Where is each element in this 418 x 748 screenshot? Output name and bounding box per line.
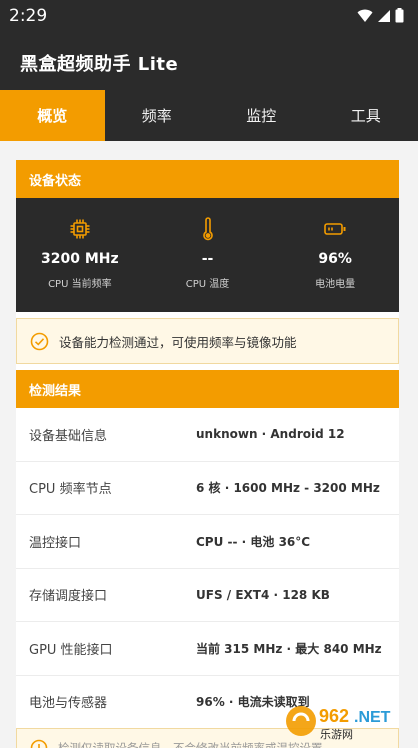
info-circle-icon: [30, 739, 48, 748]
device-stats-panel: 3200 MHz CPU 当前频率 -- CPU 温度 96% 电池电量: [16, 198, 399, 312]
tab-monitor[interactable]: 监控: [209, 90, 314, 141]
result-value: 当前 315 MHz · 最大 840 MHz: [196, 641, 382, 656]
app-title: 黑盒超频助手 Lite: [20, 54, 179, 75]
stat-cpu-frequency: 3200 MHz CPU 当前频率: [16, 198, 144, 312]
check-circle-icon: [30, 332, 49, 351]
result-row: GPU 性能接口 当前 315 MHz · 最大 840 MHz: [16, 622, 399, 676]
stat-value: 96%: [318, 251, 352, 267]
stat-battery-level: 96% 电池电量: [271, 198, 399, 312]
result-key: 温控接口: [29, 535, 82, 551]
stat-value: 3200 MHz: [41, 251, 119, 267]
site-watermark-logo: 962 .NET 乐游网: [286, 706, 391, 741]
result-value: CPU -- · 电池 36°C: [196, 534, 311, 549]
tab-frequency[interactable]: 频率: [105, 90, 210, 141]
stat-label: CPU 温度: [185, 279, 230, 290]
device-status-header: 设备状态: [16, 160, 399, 198]
signal-icon: [378, 9, 390, 22]
result-value: 6 核 · 1600 MHz - 3200 MHz: [196, 481, 380, 496]
battery-status-icon: [395, 8, 404, 23]
svg-text:.NET: .NET: [354, 709, 391, 726]
result-key: 电池与传感器: [29, 696, 108, 712]
svg-text:乐游网: 乐游网: [320, 728, 353, 741]
wifi-icon: [357, 9, 373, 22]
battery-icon: [323, 217, 347, 241]
results-list: 设备基础信息 unknown · Android 12 CPU 频率节点 6 核…: [16, 408, 399, 729]
stat-value: --: [201, 251, 214, 267]
result-key: 存储调度接口: [29, 589, 108, 605]
results-header: 检测结果: [16, 370, 399, 408]
stat-label: 电池电量: [315, 279, 356, 290]
capability-notice: 设备能力检测通过，可使用频率与镜像功能: [16, 318, 399, 364]
result-row: 温控接口 CPU -- · 电池 36°C: [16, 515, 399, 569]
overview-card: 设备状态 3200 MHz CPU 当前频率 -- CPU 温度 96% 电池电…: [16, 160, 399, 748]
tab-overview[interactable]: 概览: [0, 90, 105, 141]
thermometer-icon: [201, 217, 215, 241]
result-row: 设备基础信息 unknown · Android 12: [16, 408, 399, 462]
footer-notice-text: 检测仅读取设备信息，不会修改当前频率或温控设置: [58, 741, 323, 748]
status-bar: 2:29: [0, 0, 418, 32]
status-icons: [357, 8, 404, 23]
result-value: UFS / EXT4 · 128 KB: [196, 587, 330, 602]
notice-text: 设备能力检测通过，可使用频率与镜像功能: [59, 334, 297, 350]
result-row: 存储调度接口 UFS / EXT4 · 128 KB: [16, 569, 399, 622]
result-key: CPU 频率节点: [29, 482, 112, 498]
content-area[interactable]: 设备状态 3200 MHz CPU 当前频率 -- CPU 温度 96% 电池电…: [0, 141, 418, 748]
result-row: CPU 频率节点 6 核 · 1600 MHz - 3200 MHz: [16, 462, 399, 515]
result-value: unknown · Android 12: [196, 427, 345, 442]
stat-label: CPU 当前频率: [48, 279, 112, 290]
cpu-chip-icon: [69, 217, 91, 241]
app-bar: 黑盒超频助手 Lite: [0, 32, 418, 90]
status-time: 2:29: [9, 6, 48, 26]
svg-text:962: 962: [319, 706, 349, 726]
tab-tools[interactable]: 工具: [314, 90, 418, 141]
tab-bar: 概览 频率 监控 工具: [0, 90, 418, 141]
stat-cpu-temperature: -- CPU 温度: [144, 198, 272, 312]
result-key: GPU 性能接口: [29, 642, 113, 658]
result-key: 设备基础信息: [29, 428, 108, 444]
